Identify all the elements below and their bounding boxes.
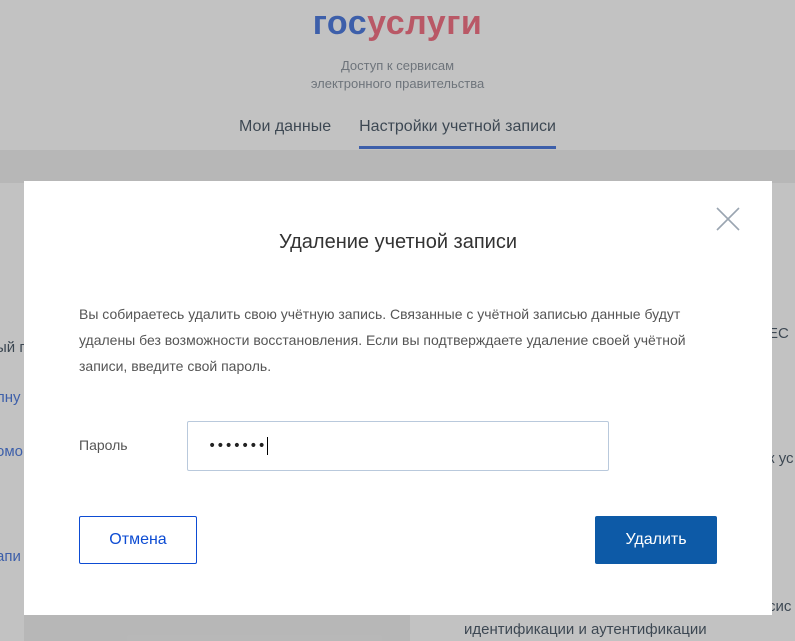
text-caret xyxy=(266,437,268,455)
close-button[interactable] xyxy=(716,207,740,231)
password-label: Пароль xyxy=(79,437,128,453)
dialog-title: Удаление учетной записи xyxy=(278,231,518,253)
page: госуслуги Доступ к сервисам электронного… xyxy=(0,0,795,641)
dialog-warning-text: Вы собираетесь удалить свою учётную запи… xyxy=(79,306,686,374)
password-masked-value: ••••••• xyxy=(208,438,266,454)
delete-button[interactable]: Удалить xyxy=(595,516,717,564)
cancel-button[interactable]: Отмена xyxy=(79,516,197,564)
close-icon xyxy=(716,207,740,231)
password-field[interactable]: ••••••• xyxy=(187,421,609,471)
delete-account-dialog: Удаление учетной записи Вы собираетесь у… xyxy=(24,181,772,615)
